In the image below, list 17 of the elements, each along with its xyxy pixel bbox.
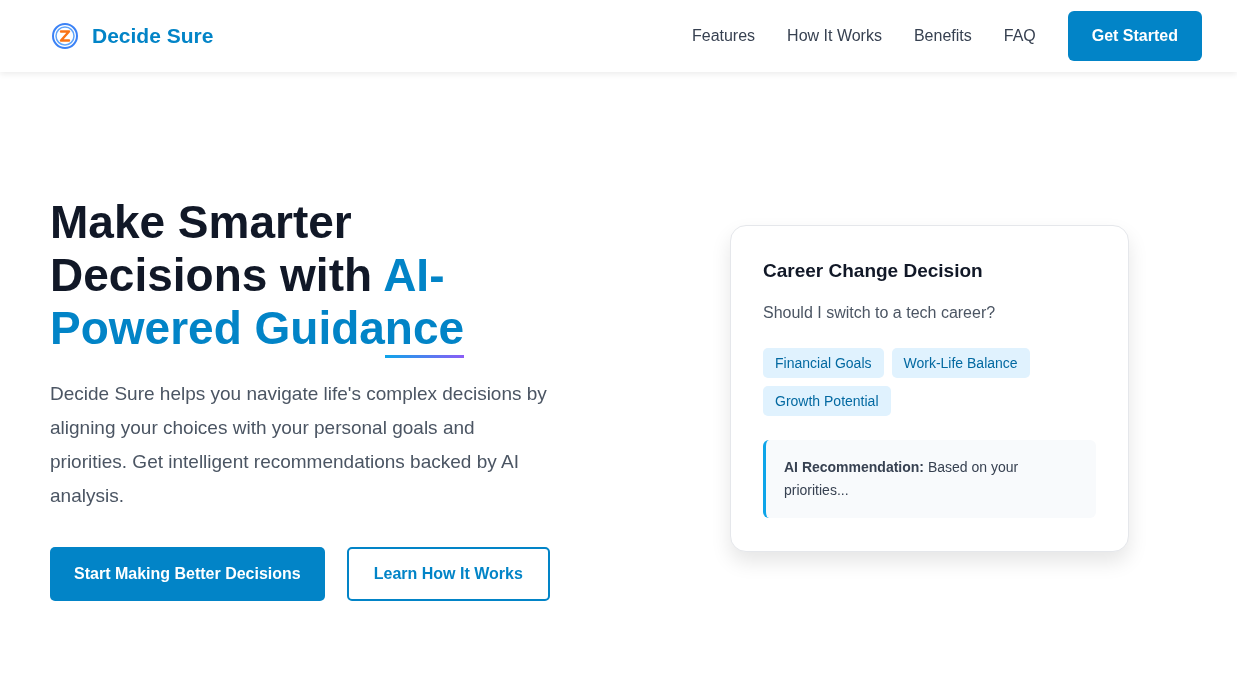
priority-tag: Growth Potential <box>763 386 891 416</box>
get-started-button[interactable]: Get Started <box>1067 11 1202 61</box>
nav-link[interactable]: How It Works <box>787 27 882 45</box>
nav-link[interactable]: Benefits <box>913 27 972 45</box>
nav-link[interactable]: FAQ <box>1003 27 1036 45</box>
priority-tag: Work-Life Balance <box>891 348 1030 378</box>
logo-icon <box>52 23 78 49</box>
card-question: Should I switch to a tech career? <box>763 304 997 322</box>
hero-description: Decide Sure helps you navigate life's complex decisions by aligning your choices with your personal goals and priorities. Get intelligent recommendations backed by AI analysis. <box>50 382 548 508</box>
learn-more-button[interactable]: Learn How It Works <box>346 547 550 601</box>
brand-name: Decide Sure <box>92 24 214 48</box>
nav-link[interactable]: Features <box>691 27 756 45</box>
start-button[interactable]: Start Making Better Decisions <box>50 547 325 601</box>
card-title: Career Change Decision <box>763 260 984 282</box>
priority-tag: Financial Goals <box>763 348 884 378</box>
recommendation-text: AI Recommendation: Based on your priorities... <box>763 440 1096 518</box>
hero-heading: Make Smarter Decisions with AI-Powered Guidance <box>50 196 520 355</box>
